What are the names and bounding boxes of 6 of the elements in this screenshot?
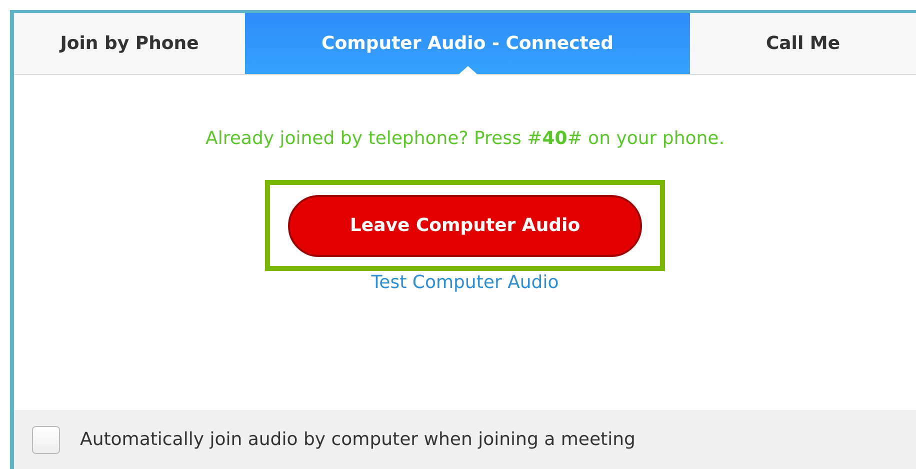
- test-audio-link[interactable]: Test Computer Audio: [371, 269, 559, 296]
- checkbox-label: Automatically join audio by computer when joining a meeting: [80, 428, 636, 452]
- leave-audio-button[interactable]: Leave Computer Audio: [288, 194, 642, 256]
- phone-hint: Already joined by telephone? Press #40# on your phone.: [206, 127, 724, 151]
- checkbox[interactable]: [32, 426, 60, 454]
- tab[interactable]: Computer Audio - Connected: [245, 13, 690, 74]
